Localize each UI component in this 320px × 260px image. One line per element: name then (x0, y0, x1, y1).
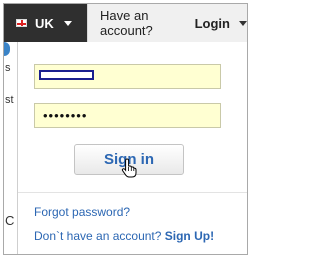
background-text: st (5, 94, 14, 106)
signup-prompt: Don`t have an account? Sign Up! (34, 229, 214, 243)
login-dropdown-panel: Sign in Forgot password? Don`t have an a… (18, 42, 247, 254)
browser-frame: UK Have an account? Login s st C Sign in… (3, 3, 248, 255)
background-text: s (5, 62, 11, 74)
region-label: UK (35, 15, 54, 31)
hand-cursor-icon (121, 158, 137, 178)
region-selector[interactable]: UK (4, 4, 86, 42)
background-page-strip: s st C (4, 42, 18, 254)
password-input[interactable] (34, 103, 221, 128)
chevron-down-icon (239, 20, 247, 26)
no-account-text: Don`t have an account? (34, 229, 162, 243)
login-label: Login (194, 15, 230, 31)
account-menu[interactable]: Have an account? Login (87, 4, 247, 42)
background-text: C (5, 213, 15, 228)
uk-flag-icon (16, 19, 27, 27)
forgot-password-link[interactable]: Forgot password? (34, 205, 130, 219)
panel-divider (18, 192, 247, 193)
chevron-down-icon (63, 20, 72, 26)
account-prompt: Have an account? (100, 8, 153, 38)
redaction-box (39, 70, 94, 80)
top-bar: UK Have an account? Login (4, 4, 247, 42)
sign-up-link[interactable]: Sign Up! (165, 229, 214, 243)
background-blue-shape (4, 42, 10, 56)
